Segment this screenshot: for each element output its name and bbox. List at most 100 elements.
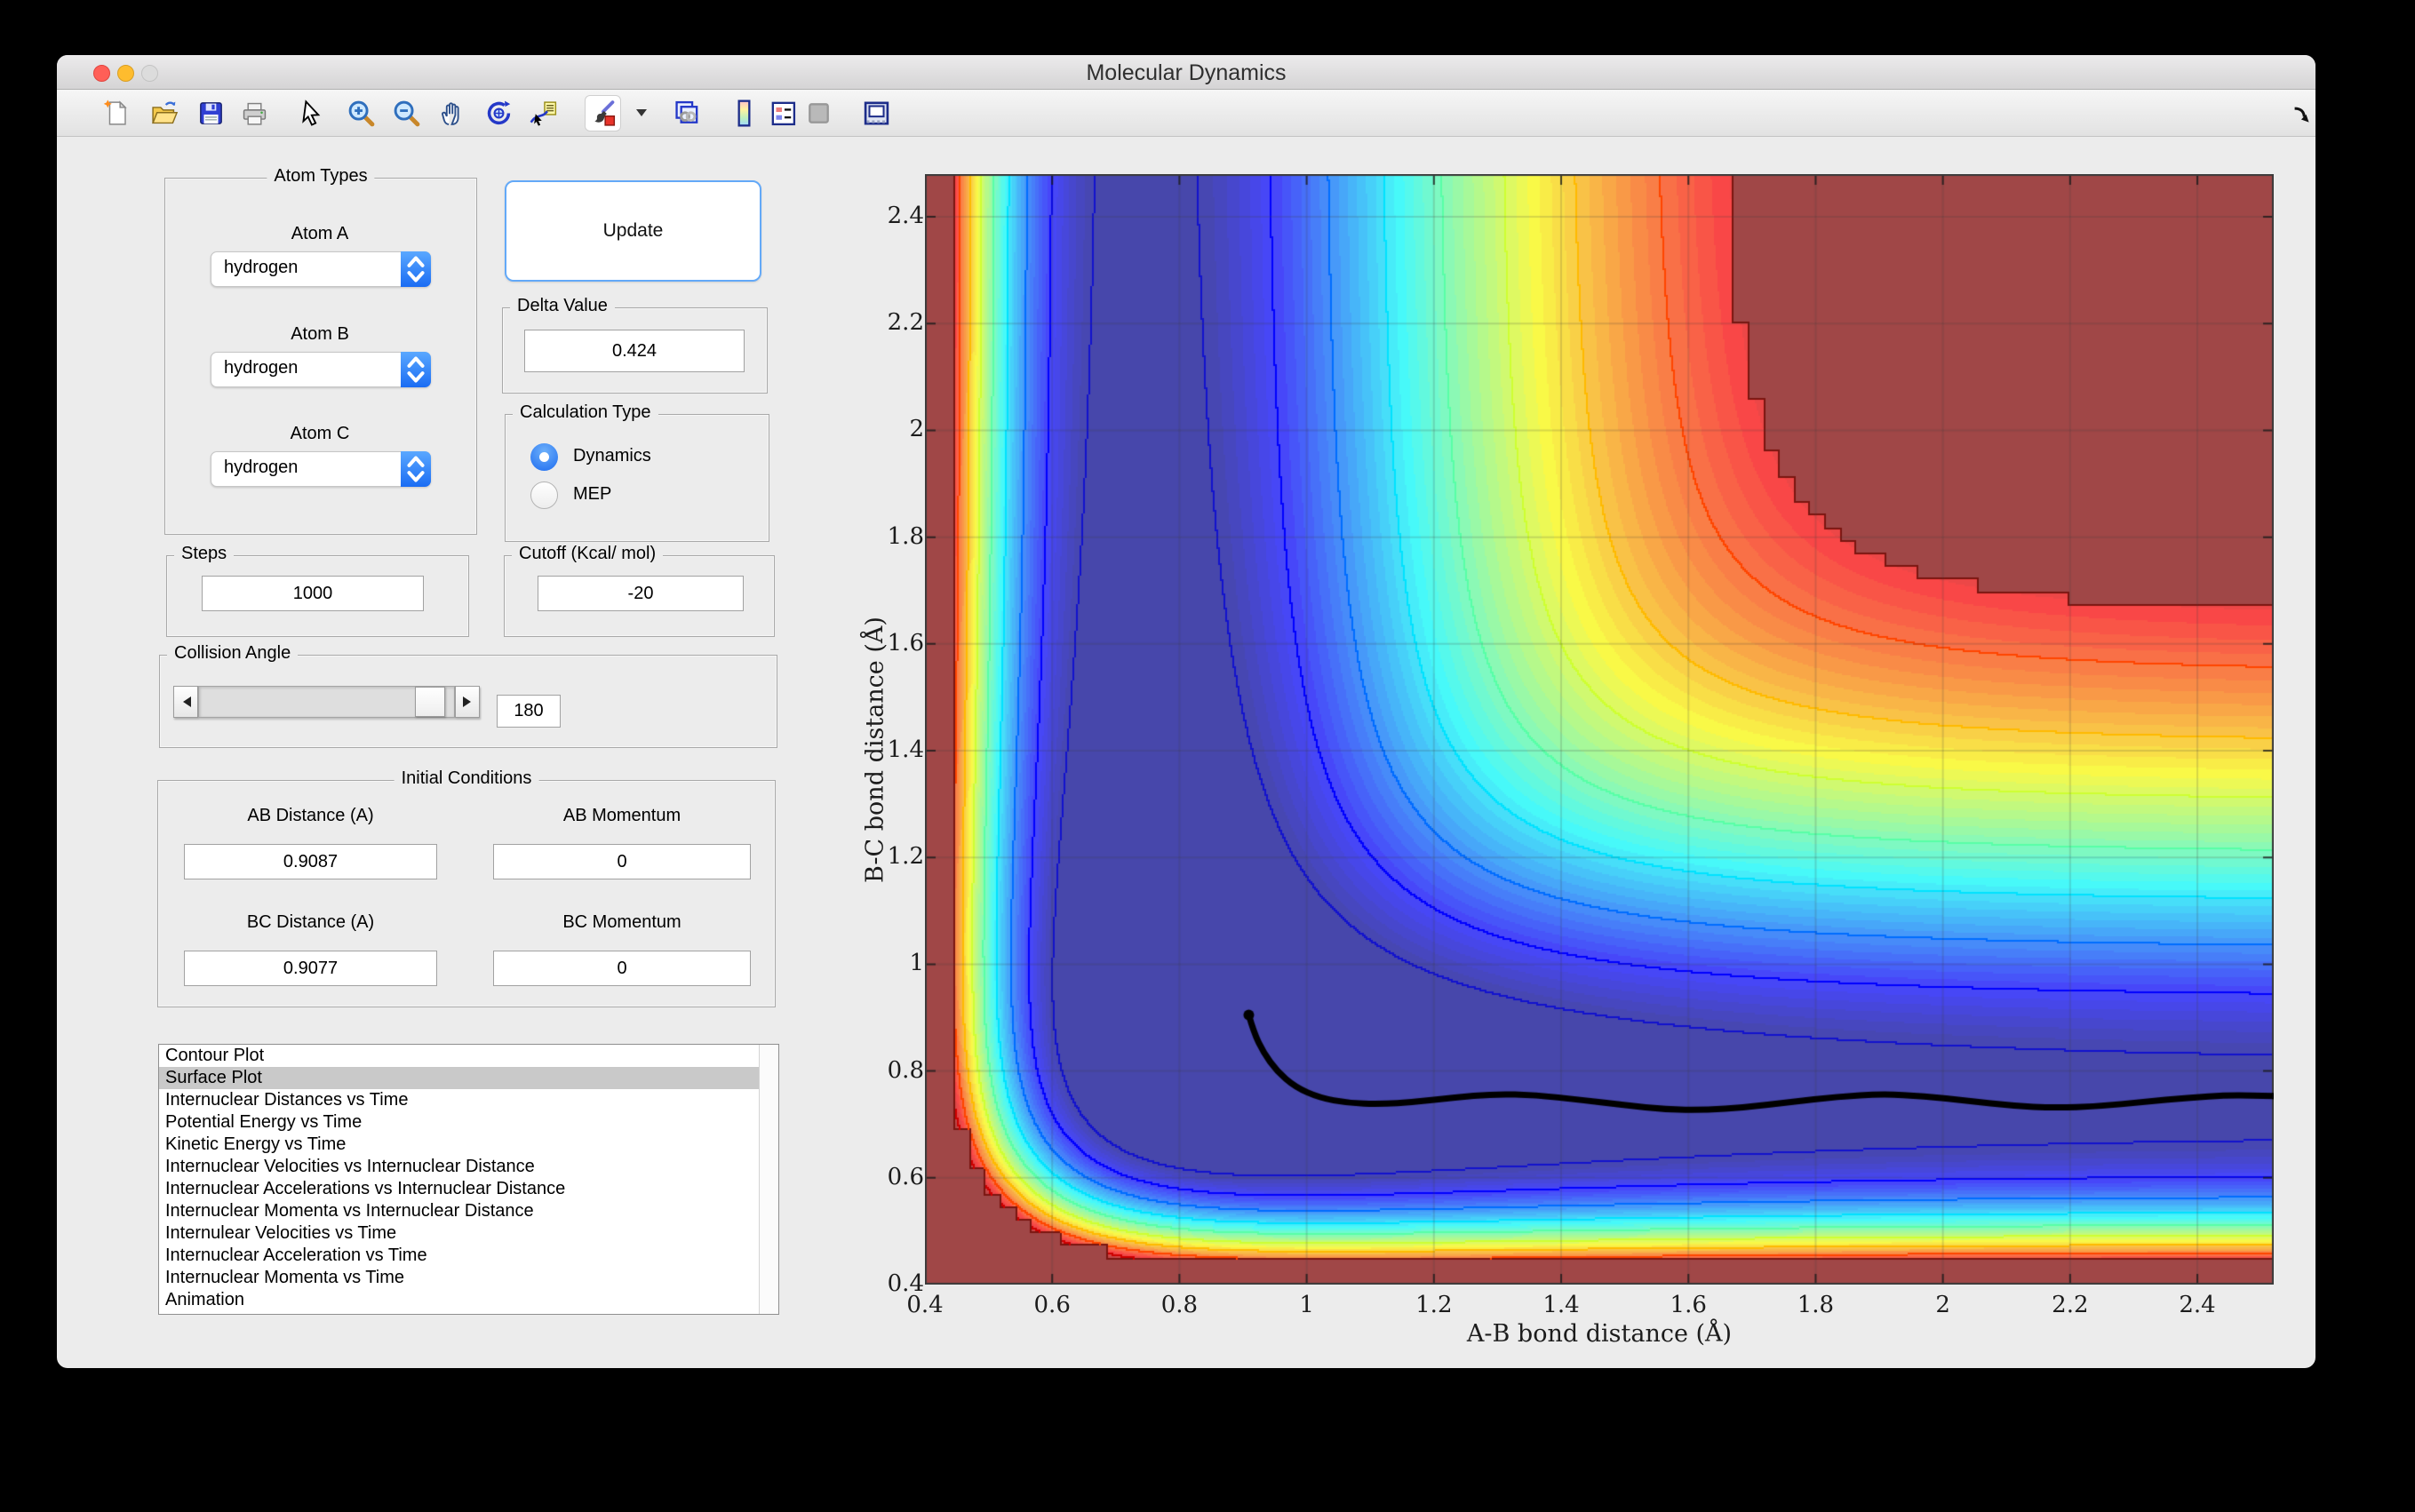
hide-plot-tools-button[interactable] [803, 98, 834, 129]
brush-data-button[interactable] [585, 95, 621, 131]
hide-plot-tools-icon [803, 98, 834, 129]
plot-list-item[interactable]: Internuclear Velocities vs Internuclear … [159, 1156, 778, 1178]
delta-value-field[interactable] [524, 330, 745, 372]
insert-colorbar-button[interactable] [729, 98, 760, 129]
calculation-type-panel: Calculation Type [505, 414, 769, 542]
plot-type-listbox[interactable]: Contour Plot Surface Plot Internuclear D… [158, 1044, 779, 1315]
x-tick-label: 1.8 [1780, 1292, 1851, 1318]
zoom-out-button[interactable] [391, 98, 422, 129]
x-tick-label: 1.2 [1399, 1292, 1470, 1318]
calc-type-radio-1[interactable] [530, 481, 558, 509]
brush-dropdown-caret[interactable] [636, 109, 647, 122]
plot-list-item[interactable]: Animation [159, 1289, 778, 1311]
rotate-3d-icon [483, 98, 514, 129]
x-tick-label: 2 [1908, 1292, 1979, 1318]
x-tick-label: 1 [1271, 1292, 1343, 1318]
arrow-left-icon [178, 696, 191, 707]
atom-1-select[interactable]: hydrogen [211, 352, 431, 387]
atom-2-label: Atom C [211, 424, 429, 444]
listbox-scrollbar[interactable] [759, 1045, 778, 1314]
y-tick-label: 0.6 [853, 1164, 924, 1190]
chevron-updown-icon [401, 451, 431, 487]
slider-right-button[interactable] [455, 686, 480, 718]
chevron-updown-icon [401, 251, 431, 287]
new-figure-icon [101, 98, 132, 129]
initial-field-2-label: BC Distance (A) [184, 912, 437, 933]
open-file-icon [148, 98, 179, 129]
initial-field-0-label: AB Distance (A) [184, 806, 437, 826]
screen: Molecular Dynamics Atom Types Atom A hyd… [0, 0, 2415, 1512]
data-cursor-button[interactable] [528, 98, 559, 129]
cutoff-field[interactable] [538, 576, 744, 611]
new-figure-button[interactable] [101, 98, 132, 129]
radio-dot [539, 452, 549, 462]
rotate-3d-button[interactable] [483, 98, 514, 129]
link-plot-icon [671, 98, 702, 129]
edit-plot-button[interactable] [295, 98, 326, 129]
y-tick-label: 0.4 [853, 1270, 924, 1297]
insert-legend-icon [768, 98, 799, 129]
print-figure-icon [239, 98, 270, 129]
chevron-updown-icon [401, 352, 431, 387]
initial-conditions-title: Initial Conditions [395, 768, 539, 789]
initial-field-1[interactable] [493, 844, 751, 879]
initial-field-3[interactable] [493, 951, 751, 986]
y-tick-label: 2.4 [853, 203, 924, 229]
save-figure-button[interactable] [195, 98, 227, 129]
x-tick-label: 0.6 [1016, 1292, 1088, 1318]
y-axis-label: B-C bond distance (Å) [862, 617, 889, 883]
initial-field-2[interactable] [184, 951, 437, 986]
steps-title: Steps [174, 544, 234, 564]
plot-list-item[interactable]: Internuclear Accelerations vs Internucle… [159, 1178, 778, 1200]
window-title: Molecular Dynamics [57, 60, 2315, 86]
x-tick-label: 2.2 [2035, 1292, 2106, 1318]
calc-type-radio-0-label: Dynamics [573, 446, 651, 466]
plot-list-item[interactable]: Potential Energy vs Time [159, 1111, 778, 1134]
atom-1-value: hydrogen [224, 358, 298, 378]
update-button[interactable]: Update [505, 180, 761, 282]
zoom-in-icon [346, 98, 377, 129]
plot-list-item[interactable]: Kinetic Energy vs Time [159, 1134, 778, 1156]
print-figure-button[interactable] [239, 98, 270, 129]
atom-2-value: hydrogen [224, 458, 298, 478]
save-figure-icon [195, 98, 227, 129]
arrow-right-icon [463, 696, 476, 707]
initial-field-1-label: AB Momentum [493, 806, 751, 826]
update-button-label: Update [603, 220, 664, 242]
pan-button[interactable] [437, 98, 468, 129]
atom-types-title: Atom Types [267, 166, 374, 187]
slider-left-button[interactable] [173, 686, 198, 718]
figure-window: Molecular Dynamics Atom Types Atom A hyd… [57, 55, 2315, 1368]
dock-figure-button[interactable] [2288, 101, 2313, 126]
zoom-in-button[interactable] [346, 98, 377, 129]
y-tick-label: 1.8 [853, 523, 924, 550]
pes-contour-canvas [925, 174, 2274, 1285]
atom-0-select[interactable]: hydrogen [211, 251, 431, 287]
y-tick-label: 0.8 [853, 1057, 924, 1084]
data-cursor-icon [528, 98, 559, 129]
plot-list-item[interactable]: Internuclear Distances vs Time [159, 1089, 778, 1111]
steps-field[interactable] [202, 576, 424, 611]
plot-list-item[interactable]: Internulear Velocities vs Time [159, 1222, 778, 1245]
initial-field-0[interactable] [184, 844, 437, 879]
plot-list-item[interactable]: Internuclear Momenta vs Internuclear Dis… [159, 1200, 778, 1222]
x-axis-label: A-B bond distance (Å) [925, 1320, 2274, 1348]
plot-list-item[interactable]: Contour Plot [159, 1045, 778, 1067]
collision-angle-slider-thumb[interactable] [415, 687, 445, 717]
titlebar[interactable]: Molecular Dynamics [57, 55, 2315, 90]
atom-2-select[interactable]: hydrogen [211, 451, 431, 487]
show-plot-tools-button[interactable] [861, 98, 892, 129]
plot-list-item[interactable]: Internuclear Momenta vs Time [159, 1267, 778, 1289]
cutoff-title: Cutoff (Kcal/ mol) [512, 544, 663, 564]
collision-angle-field[interactable] [497, 695, 561, 728]
y-tick-label: 2 [853, 416, 924, 442]
y-tick-label: 2.2 [853, 309, 924, 336]
open-file-button[interactable] [148, 98, 179, 129]
initial-field-3-label: BC Momentum [493, 912, 751, 933]
insert-legend-button[interactable] [768, 98, 799, 129]
brush-data-icon [587, 98, 618, 129]
plot-list-item[interactable]: Surface Plot [159, 1067, 778, 1089]
link-plot-button[interactable] [671, 98, 702, 129]
calc-type-radio-0[interactable] [530, 443, 558, 471]
plot-list-item[interactable]: Internuclear Acceleration vs Time [159, 1245, 778, 1267]
